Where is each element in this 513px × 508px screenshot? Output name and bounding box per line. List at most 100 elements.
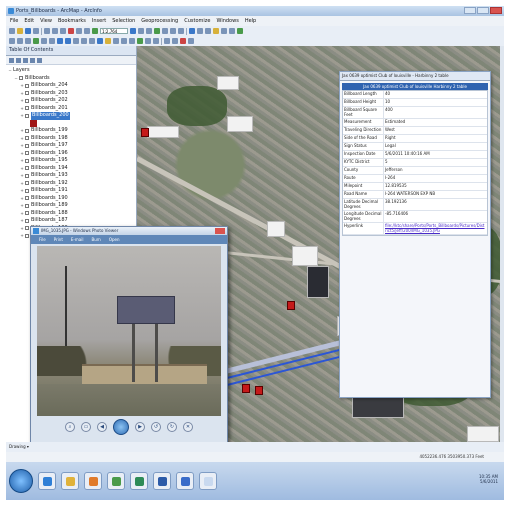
- expand-icon[interactable]: +: [20, 142, 24, 150]
- layer-item[interactable]: + Billboards_202: [6, 97, 136, 105]
- paste-icon[interactable]: [60, 28, 66, 34]
- slideshow-icon[interactable]: [113, 419, 129, 435]
- collapse-icon[interactable]: −: [8, 67, 12, 75]
- layer-visibility-checkbox[interactable]: [25, 113, 29, 118]
- new-icon[interactable]: [9, 28, 15, 34]
- measure-icon[interactable]: [121, 38, 127, 44]
- catalog-icon[interactable]: [146, 28, 152, 34]
- symbol-swatch[interactable]: [30, 119, 37, 127]
- full-extent-icon[interactable]: [33, 38, 39, 44]
- undo-icon[interactable]: [76, 28, 82, 34]
- find-icon[interactable]: [129, 38, 135, 44]
- layer-item[interactable]: + Billboards_196: [6, 150, 136, 158]
- layer-visibility-checkbox[interactable]: [25, 196, 29, 201]
- search-icon[interactable]: [154, 28, 160, 34]
- close-button[interactable]: [490, 7, 502, 14]
- expand-icon[interactable]: +: [20, 217, 24, 225]
- options-icon[interactable]: [37, 57, 42, 63]
- layer-visibility-checkbox[interactable]: [25, 83, 29, 88]
- table-icon[interactable]: [138, 28, 144, 34]
- layer-item[interactable]: + Billboards_187: [6, 217, 136, 225]
- copy-icon[interactable]: [52, 28, 58, 34]
- expand-icon[interactable]: +: [20, 112, 24, 120]
- snapping-icon[interactable]: [205, 28, 211, 34]
- swipe-icon[interactable]: [180, 38, 186, 44]
- identify-icon[interactable]: [97, 38, 103, 44]
- zoom-in-icon[interactable]: [9, 38, 15, 44]
- go-to-xy-icon[interactable]: [145, 38, 151, 44]
- minimize-button[interactable]: [464, 7, 476, 14]
- layer-item[interactable]: + Billboards_197: [6, 142, 136, 150]
- hyperlink-value[interactable]: file://ktc/share/Ports/Ports_Billboards/…: [384, 223, 487, 234]
- layer-item[interactable]: + Billboards_193: [6, 172, 136, 180]
- expand-icon[interactable]: +: [20, 97, 24, 105]
- list-by-visibility-icon[interactable]: [23, 57, 28, 63]
- layers-dataframe[interactable]: − Layers: [6, 67, 136, 75]
- find-route-icon[interactable]: [137, 38, 143, 44]
- sketch-icon[interactable]: [213, 28, 219, 34]
- layer-visibility-checkbox[interactable]: [25, 143, 29, 148]
- photo-menu-email[interactable]: E-mail: [71, 237, 84, 242]
- arctoolbox-icon[interactable]: [162, 28, 168, 34]
- taskbar-word-icon[interactable]: [176, 472, 194, 490]
- maximize-button[interactable]: [477, 7, 489, 14]
- taskbar-ie-icon[interactable]: [38, 472, 56, 490]
- expand-icon[interactable]: +: [20, 232, 24, 240]
- group-layer[interactable]: − Billboards: [6, 75, 136, 83]
- expand-icon[interactable]: +: [20, 195, 24, 203]
- expand-icon[interactable]: +: [20, 180, 24, 188]
- layer-visibility-checkbox[interactable]: [25, 226, 29, 231]
- menu-edit[interactable]: Edit: [24, 16, 34, 26]
- layer-visibility-checkbox[interactable]: [25, 181, 29, 186]
- menu-selection[interactable]: Selection: [112, 16, 135, 26]
- billboard-marker[interactable]: [255, 386, 263, 395]
- modelbuilder-icon[interactable]: [178, 28, 184, 34]
- menu-customize[interactable]: Customize: [184, 16, 210, 26]
- fixed-zoom-out-icon[interactable]: [49, 38, 55, 44]
- back-extent-icon[interactable]: [57, 38, 63, 44]
- cut-icon[interactable]: [44, 28, 50, 34]
- layer-visibility-checkbox[interactable]: [25, 203, 29, 208]
- taskbar-arcmap-icon[interactable]: [107, 472, 125, 490]
- taskbar-photo-viewer-icon[interactable]: [199, 472, 217, 490]
- expand-icon[interactable]: +: [20, 127, 24, 135]
- select-features-icon[interactable]: [73, 38, 79, 44]
- time-slider-icon[interactable]: [153, 38, 159, 44]
- menu-bookmarks[interactable]: Bookmarks: [58, 16, 86, 26]
- expand-icon[interactable]: +: [20, 157, 24, 165]
- forward-extent-icon[interactable]: [65, 38, 71, 44]
- rotate-left-icon[interactable]: ↺: [151, 422, 161, 432]
- layer-visibility-checkbox[interactable]: [25, 211, 29, 216]
- hyperlink-icon[interactable]: [105, 38, 111, 44]
- menu-geoprocessing[interactable]: Geoprocessing: [141, 16, 178, 26]
- layer-item[interactable]: + Billboards_188: [6, 210, 136, 218]
- photo-close-button[interactable]: [215, 228, 225, 234]
- taskbar-excel-icon[interactable]: [130, 472, 148, 490]
- photo-menu-burn[interactable]: Burn: [91, 237, 100, 242]
- layer-visibility-checkbox[interactable]: [19, 76, 23, 81]
- photo-menu-open[interactable]: Open: [109, 237, 120, 242]
- map-scale-input[interactable]: 1:2,764: [100, 28, 128, 34]
- select-elements-icon[interactable]: [89, 38, 95, 44]
- trace-icon[interactable]: [229, 28, 235, 34]
- layer-item[interactable]: + Billboards_189: [6, 202, 136, 210]
- zoom-out-icon[interactable]: [17, 38, 23, 44]
- clear-selection-icon[interactable]: [81, 38, 87, 44]
- expand-icon[interactable]: +: [20, 165, 24, 173]
- expand-icon[interactable]: +: [20, 225, 24, 233]
- layer-visibility-checkbox[interactable]: [25, 188, 29, 193]
- layer-visibility-checkbox[interactable]: [25, 128, 29, 133]
- layer-visibility-checkbox[interactable]: [25, 91, 29, 96]
- redo-icon[interactable]: [84, 28, 90, 34]
- billboard-marker[interactable]: [287, 301, 295, 310]
- layer-item[interactable]: + Billboards_195: [6, 157, 136, 165]
- vertex-icon[interactable]: [221, 28, 227, 34]
- collapse-icon[interactable]: −: [14, 75, 18, 83]
- effects-icon[interactable]: [172, 38, 178, 44]
- drawing-menu[interactable]: Drawing ▾: [9, 444, 29, 449]
- system-clock[interactable]: 10:35 AM 5/6/2011: [479, 474, 498, 484]
- start-button[interactable]: [9, 469, 33, 493]
- photo-menu-file[interactable]: File: [39, 237, 46, 242]
- expand-icon[interactable]: +: [20, 210, 24, 218]
- layer-visibility-checkbox[interactable]: [25, 136, 29, 141]
